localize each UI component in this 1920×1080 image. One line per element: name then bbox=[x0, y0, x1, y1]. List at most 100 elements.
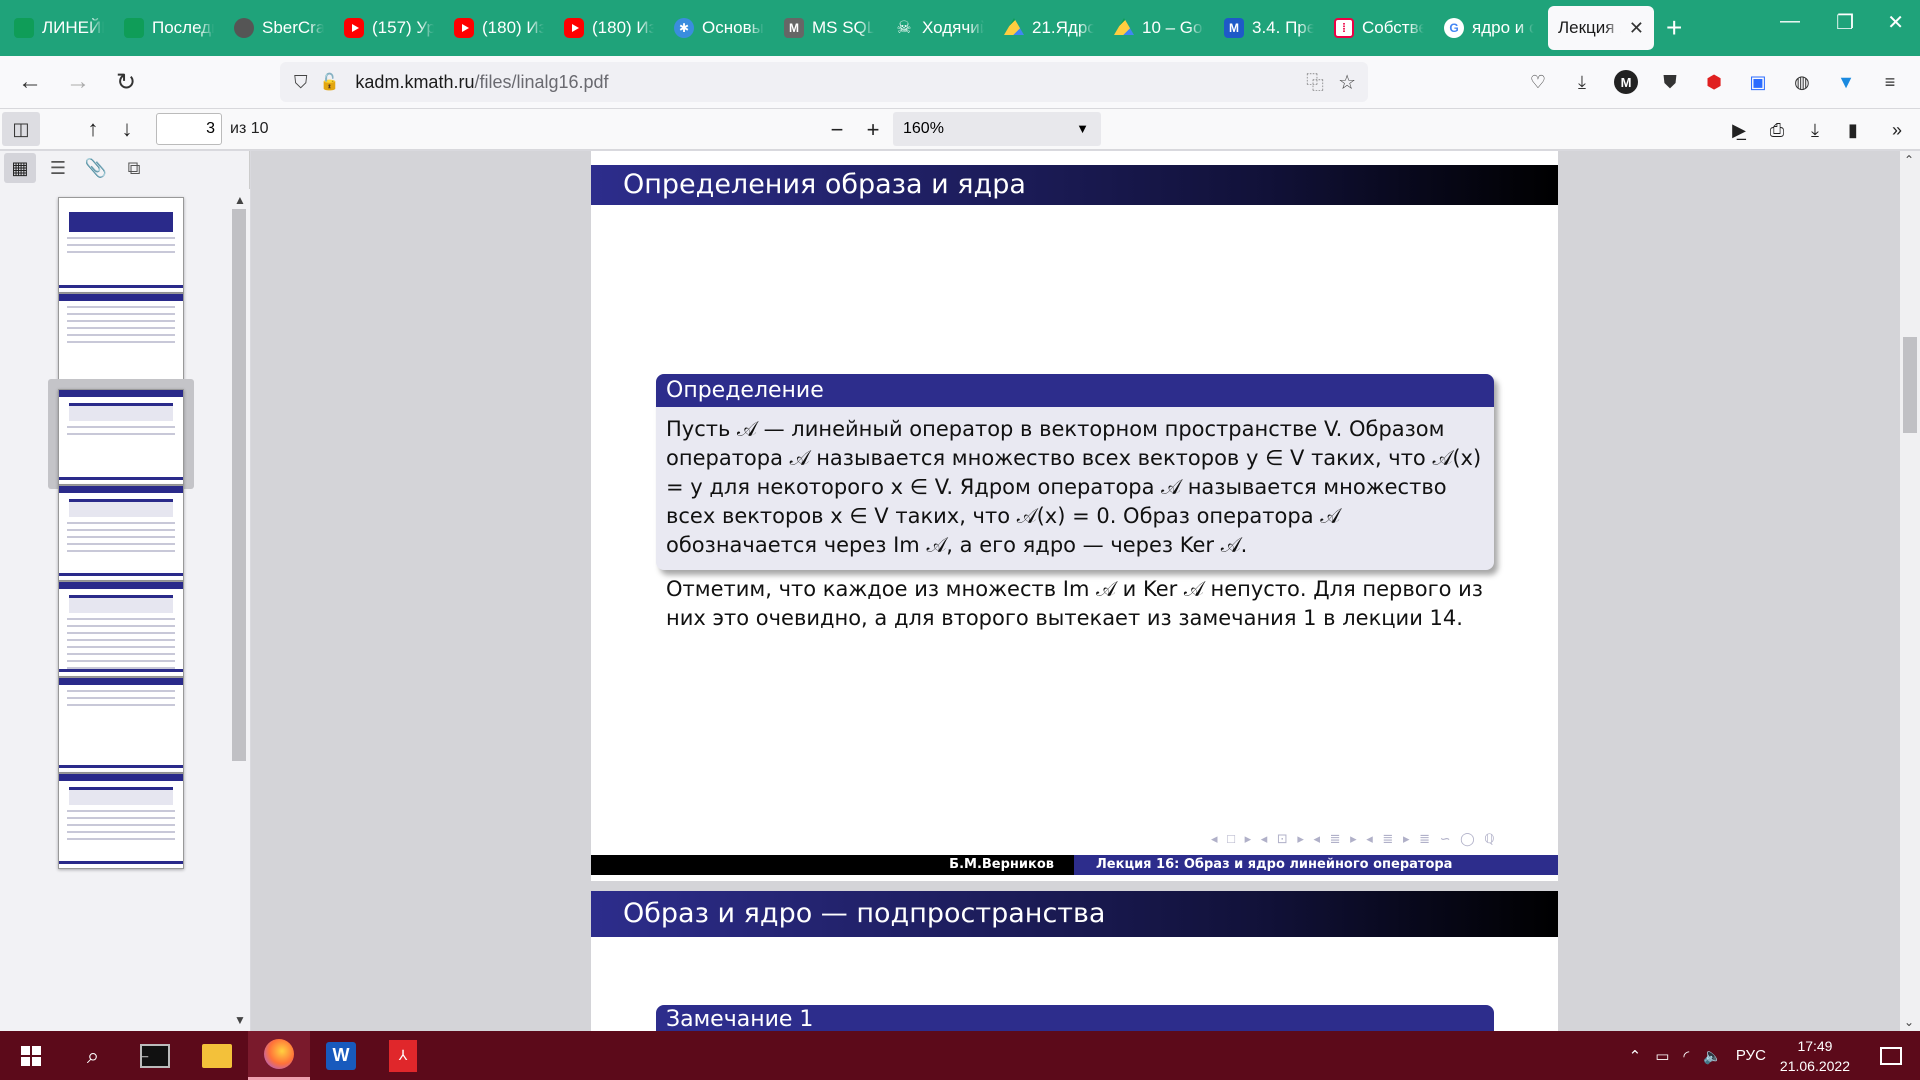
zoom-select[interactable]: 160% ▼ bbox=[893, 112, 1101, 146]
sidebar-scrollbar[interactable]: ▲ ▼ bbox=[230, 189, 250, 1031]
minimize-icon[interactable]: — bbox=[1780, 10, 1800, 33]
page-thumbnail[interactable] bbox=[50, 671, 192, 775]
url-bar[interactable]: ⛉ 🔓 kadm.kmath.ru/files/linalg16.pdf ⿻ ☆ bbox=[280, 62, 1368, 102]
extension-v-icon[interactable]: ▼ bbox=[1826, 62, 1866, 102]
forward-icon[interactable]: → bbox=[58, 62, 98, 102]
translate-icon[interactable]: ⿻ bbox=[1306, 69, 1324, 95]
browser-tab[interactable]: 21.Ядро bbox=[994, 6, 1104, 50]
back-icon[interactable]: ← bbox=[10, 62, 50, 102]
terminal-icon: _ bbox=[140, 1043, 170, 1068]
page-number-input[interactable]: 3 bbox=[156, 113, 222, 145]
sidebar-toggle-icon[interactable]: ◫ bbox=[2, 112, 40, 146]
search-icon[interactable]: ⌕ bbox=[62, 1031, 124, 1080]
bookmark-icon[interactable]: ▮ bbox=[1836, 113, 1870, 147]
shield-icon[interactable]: ⛉ bbox=[294, 72, 308, 93]
adblock-icon[interactable]: ⬢ bbox=[1694, 62, 1734, 102]
scroll-up-icon[interactable]: ⌃ bbox=[1904, 153, 1914, 167]
sbercraft-icon bbox=[234, 18, 254, 38]
extension-shield-icon[interactable]: ⛊ bbox=[1650, 62, 1690, 102]
browser-tab[interactable]: ЛИНЕЙН bbox=[4, 6, 114, 50]
zoom-in-icon[interactable]: + bbox=[856, 113, 890, 147]
browser-tab[interactable]: (157) Ур bbox=[334, 6, 444, 50]
tab-title: MS SQL bbox=[812, 18, 874, 37]
page-thumbnail[interactable] bbox=[50, 287, 192, 391]
presentation-mode-icon[interactable]: ▶̲ bbox=[1722, 113, 1756, 147]
save-icon[interactable]: ⤓ bbox=[1798, 113, 1832, 147]
browser-tab[interactable]: Gядро и с bbox=[1434, 6, 1544, 50]
document-viewer[interactable]: Определения образа и ядра Определение Пу… bbox=[251, 151, 1920, 1031]
system-tray: ⌃ ▭ ◜ 🔈 РУС 17:49 21.06.2022 bbox=[1629, 1031, 1920, 1080]
beamer-navigation-symbols[interactable]: ◂ □ ▸ ◂ ⊡ ▸ ◂ ≣ ▸ ◂ ≣ ▸ ≣ ∽ ◯ ℚ bbox=[1211, 831, 1497, 847]
browser-tab[interactable]: ✱ Основы bbox=[664, 6, 774, 50]
bookmark-star-icon[interactable]: ☆ bbox=[1338, 70, 1356, 95]
taskbar-explorer[interactable] bbox=[186, 1031, 248, 1080]
tab-strip: ЛИНЕЙН Последн SberCraft (157) Ур (180) Из (1… bbox=[0, 0, 1920, 56]
start-button[interactable] bbox=[0, 1031, 62, 1080]
attachments-view-icon[interactable]: 📎 bbox=[80, 153, 112, 183]
close-icon[interactable]: ✕ bbox=[1629, 18, 1644, 39]
browser-tab[interactable]: ⁞ Собстве bbox=[1324, 6, 1434, 50]
browser-tab[interactable]: (180) Из bbox=[444, 6, 554, 50]
menu-icon[interactable]: ≡ bbox=[1870, 62, 1910, 102]
tab-active-pdf[interactable]: Лекция 1( ✕ bbox=[1548, 6, 1654, 50]
browser-tab[interactable]: (180) Из bbox=[554, 6, 664, 50]
pocket-icon[interactable]: ♡ bbox=[1518, 62, 1558, 102]
downloads-icon[interactable]: ⤓ bbox=[1562, 62, 1602, 102]
page-thumbnail[interactable] bbox=[50, 575, 192, 679]
browser-tab[interactable]: M 3.4. Пре bbox=[1214, 6, 1324, 50]
browser-tab[interactable]: SberCraft bbox=[224, 6, 334, 50]
vpn-globe-icon[interactable]: ◍ bbox=[1782, 62, 1822, 102]
window-close-icon[interactable]: ✕ bbox=[1887, 10, 1904, 35]
scroll-down-icon[interactable]: ⌄ bbox=[1904, 1015, 1914, 1029]
url-text[interactable]: kadm.kmath.ru/files/linalg16.pdf bbox=[355, 72, 608, 93]
restore-icon[interactable]: ❐ bbox=[1836, 10, 1854, 35]
taskbar-firefox[interactable] bbox=[248, 1031, 310, 1080]
page-thumbnail[interactable] bbox=[50, 479, 192, 583]
outline-view-icon[interactable]: ☰ bbox=[42, 153, 74, 183]
insecure-page-icon[interactable]: 🔓 bbox=[320, 72, 340, 92]
tab-title: (157) Ур bbox=[372, 18, 434, 37]
footer-author: Б.М.Верников bbox=[591, 855, 1074, 875]
scroll-down-icon[interactable]: ▼ bbox=[234, 1013, 246, 1027]
previous-page-icon[interactable]: ↑ bbox=[76, 112, 110, 146]
taskbar-terminal[interactable]: _ bbox=[124, 1031, 186, 1080]
slide-title: Образ и ядро — подпространства bbox=[591, 891, 1558, 937]
print-icon[interactable]: ⎙ bbox=[1760, 113, 1794, 147]
translator-extension-icon[interactable]: ▣ bbox=[1738, 62, 1778, 102]
clock[interactable]: 17:49 21.06.2022 bbox=[1780, 1036, 1850, 1076]
notifications-icon[interactable] bbox=[1880, 1046, 1902, 1065]
taskbar-acrobat[interactable]: ⅄ bbox=[372, 1031, 434, 1080]
chevron-up-icon[interactable]: ⌃ bbox=[1629, 1047, 1642, 1065]
volume-icon[interactable]: 🔈 bbox=[1703, 1047, 1722, 1065]
browser-tab[interactable]: ☠ Ходячий bbox=[884, 6, 994, 50]
browser-tab[interactable]: Последн bbox=[114, 6, 224, 50]
skull-icon: ☠ bbox=[896, 18, 912, 37]
tools-more-icon[interactable]: » bbox=[1880, 113, 1914, 147]
next-page-icon[interactable]: ↓ bbox=[110, 112, 144, 146]
thumbnails-view-icon[interactable]: ▦ bbox=[4, 153, 36, 183]
sidebar-scroll-thumb[interactable] bbox=[232, 209, 246, 761]
tab-title: SberCraft bbox=[262, 18, 324, 37]
scroll-up-icon[interactable]: ▲ bbox=[234, 193, 246, 207]
page-thumbnail[interactable] bbox=[48, 379, 194, 489]
browser-tab[interactable]: 10 – Goo bbox=[1104, 6, 1214, 50]
layers-view-icon[interactable]: ⧉ bbox=[118, 153, 150, 183]
definition-block: Определение Пусть 𝒜 — линейный оператор … bbox=[656, 374, 1494, 570]
windows-logo-icon bbox=[21, 1045, 41, 1066]
document-scrollbar[interactable]: ⌃ ⌄ bbox=[1900, 151, 1920, 1031]
tab-title: Собстве bbox=[1362, 18, 1424, 37]
zoom-out-icon[interactable]: − bbox=[820, 113, 854, 147]
page-thumbnail[interactable] bbox=[50, 191, 192, 295]
document-scroll-thumb[interactable] bbox=[1903, 337, 1917, 433]
footer-lecture-title: Лекция 16: Образ и ядро линейного операт… bbox=[1074, 855, 1558, 875]
battery-icon[interactable]: ▭ bbox=[1655, 1047, 1669, 1065]
page-thumbnail[interactable] bbox=[50, 767, 192, 871]
tab-title: ядро и с bbox=[1472, 18, 1534, 37]
wifi-icon[interactable]: ◜ bbox=[1683, 1047, 1689, 1065]
reload-icon[interactable]: ↻ bbox=[106, 62, 146, 102]
new-tab-icon[interactable]: + bbox=[1666, 12, 1682, 44]
account-m-icon[interactable]: M bbox=[1606, 62, 1646, 102]
language-indicator[interactable]: РУС bbox=[1736, 1047, 1766, 1064]
taskbar-word[interactable]: W bbox=[310, 1031, 372, 1080]
browser-tab[interactable]: M MS SQL bbox=[774, 6, 884, 50]
